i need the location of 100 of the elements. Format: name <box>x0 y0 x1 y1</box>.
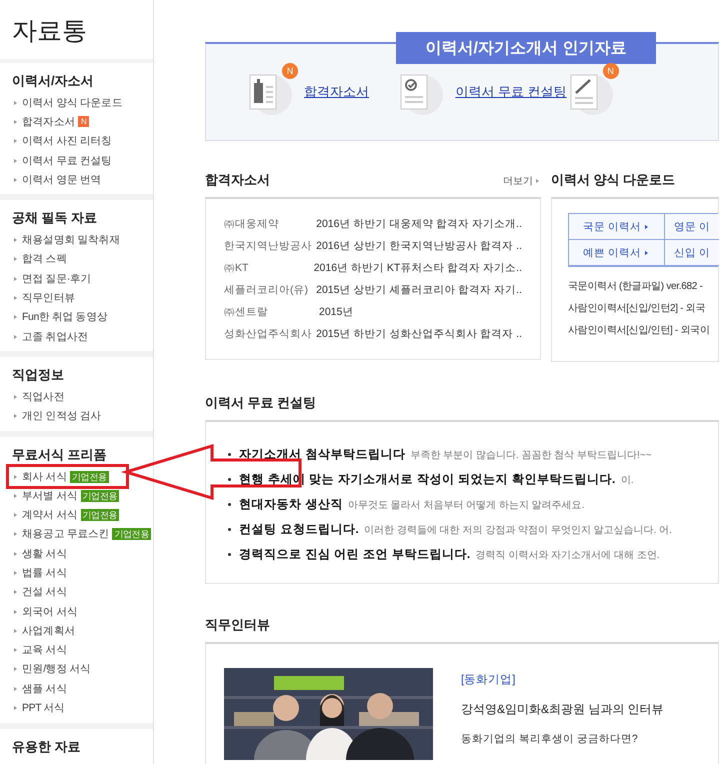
caret-icon <box>14 158 17 163</box>
resume-type-button[interactable]: 영문 이 <box>665 214 719 240</box>
question-title[interactable]: 자기소개서 첨삭부탁드립니다 <box>239 446 406 463</box>
letter-link[interactable]: 2016년 하반기 KT퓨처스타 합격자 자기소.. <box>314 261 522 275</box>
file-link[interactable]: 사람인이력서[신입/인턴] - 외국이 <box>568 319 718 341</box>
resume-type-button[interactable]: 국문 이력서 <box>569 214 665 240</box>
caret-icon <box>14 296 17 300</box>
caret-icon <box>14 494 17 498</box>
bullet-icon <box>228 453 231 456</box>
more-link[interactable]: 더보기 <box>503 174 541 188</box>
question-text: 아무것도 몰라서 처음부터 어떻게 하는지 알려주세요. <box>348 498 585 512</box>
link-label: 건설 서식 <box>22 585 67 600</box>
caret-icon <box>14 667 17 672</box>
sidebar-link[interactable]: 건설 서식 <box>12 582 153 602</box>
link-label: 고졸 취업사전 <box>22 330 88 344</box>
caret-icon <box>536 179 539 183</box>
question-title[interactable]: 컨설팅 요청드립니다. <box>239 521 360 538</box>
section-heading: 무료서식 프리폼 <box>12 446 108 464</box>
question-text: 부족한 부분이 많습니다. 꼼꼼한 첨삭 부탁드립니다!~~ <box>410 448 652 462</box>
caret-icon <box>14 648 17 652</box>
link-label: 이력서 사진 리터칭 <box>22 134 112 148</box>
letter-link[interactable]: 2016년 하반기 대웅제약 합격자 자기소개.. <box>316 217 522 231</box>
new-badge: N <box>78 116 90 128</box>
banner-link[interactable]: 이력서 무료 컨설팅 <box>455 83 567 101</box>
sidebar-link[interactable]: PPT 서식 <box>12 698 153 718</box>
caret-icon <box>14 120 17 124</box>
link-label: 직무인터뷰 <box>22 291 76 306</box>
sidebar-link[interactable]: 교육 서식 <box>12 640 153 660</box>
letter-link[interactable]: 2016년 상반기 한국지역난방공사 합격자 .. <box>316 239 522 253</box>
letter-link[interactable]: 2015년 상반기 셰플러코리아 합격자 자기.. <box>316 283 522 297</box>
question-text: 경력직 이력서와 자기소개서에 대해 조언. <box>476 548 660 562</box>
link-label: 면접 질문·후기 <box>22 272 92 286</box>
link-label: 이력서 양식 다운로드 <box>22 96 122 110</box>
sidebar-link[interactable]: 사업계획서 <box>12 621 153 641</box>
link-label: 채용설명회 밀착취재 <box>22 233 120 248</box>
file-link[interactable]: 국문이력서 (한글파일) ver.682 - <box>568 275 718 297</box>
caret-icon <box>644 250 648 254</box>
caret-icon <box>14 590 17 594</box>
sidebar-link[interactable]: 직무인터뷰 <box>12 288 153 308</box>
link-label: 외국어 서식 <box>22 604 78 619</box>
sidebar-link[interactable]: 계약서 서식 기업전용 <box>12 505 153 525</box>
sidebar-link[interactable]: 채용공고 무료스킨 기업전용 <box>12 524 153 544</box>
sidebar-link[interactable]: 외국어 서식 <box>12 602 153 622</box>
caret-icon <box>14 474 17 478</box>
letter-link[interactable]: 2015년 하반기 성화산업주식회사 합격자 .. <box>316 327 522 341</box>
question-text: 이. <box>620 474 634 486</box>
section-heading: 직업정보 <box>12 366 65 384</box>
company-name: ㈜KT <box>224 261 250 275</box>
tag-label: 기업전용 <box>70 470 109 482</box>
caret-icon <box>14 394 17 399</box>
sidebar-link[interactable]: 생활 서식 <box>12 544 153 564</box>
resume-type-button[interactable]: 신입 이 <box>665 240 719 266</box>
caret-icon <box>14 686 17 691</box>
link-label: 생활 서식 <box>22 546 67 561</box>
sidebar-link[interactable]: 샘플 서식 <box>12 679 153 698</box>
company-link[interactable]: [동화기업] <box>461 672 664 687</box>
link-label: 계약서 서식 <box>22 508 78 522</box>
ribbon-title: 이력서/자기소개서 인기자료 <box>396 32 656 64</box>
section-heading: 이력서/자소서 <box>12 72 95 90</box>
sidebar-link[interactable]: 법률 서식 <box>12 563 153 583</box>
question-text: 이러한 경력들에 대한 저의 강점과 약점이 무엇인지 알고싶습니다. 어. <box>364 524 672 536</box>
page-title: 자료통 <box>11 16 88 47</box>
section-title: 이력서 무료 컨설팅 <box>205 394 316 412</box>
sidebar-link[interactable]: 개인 인적성 검사 <box>12 406 153 426</box>
sidebar-link[interactable]: 회사 서식 기업전용 <box>6 464 129 490</box>
sidebar-link[interactable]: 직업사전 <box>12 387 153 407</box>
sidebar-link[interactable]: 채용설명회 밀착취재 <box>12 230 153 250</box>
panel-title: 이력서 양식 다운로드 <box>551 171 676 189</box>
bullet-icon <box>228 478 231 481</box>
caret-icon <box>14 315 17 320</box>
caret-icon <box>14 570 17 575</box>
sidebar-link[interactable]: Fun한 취업 동영상 <box>12 308 153 327</box>
sidebar-link[interactable]: 고졸 취업사전 <box>12 326 153 346</box>
sidebar-link[interactable]: 이력서 사진 리터칭 <box>12 132 153 151</box>
question-title[interactable]: 경력직으로 진심 어린 조언 부탁드립니다. <box>239 546 471 563</box>
company-name: ㈜대웅제약 <box>224 217 280 231</box>
sidebar-link[interactable]: 이력서 무료 컨설팅 <box>12 150 153 170</box>
sidebar-link[interactable]: 이력서 양식 다운로드 <box>12 93 153 112</box>
sidebar-link[interactable]: 면접 질문·후기 <box>12 269 153 288</box>
question-title[interactable]: 현대자동차 생산직 <box>239 496 343 513</box>
interview-headline[interactable]: 강석영&임미화&최광원 님과의 인터뷰 <box>461 701 664 718</box>
resume-type-button[interactable]: 예쁜 이력서 <box>569 240 665 266</box>
sidebar-link[interactable]: 합격자소서 N <box>12 112 153 132</box>
company-name: ㈜센트랄 <box>224 305 269 319</box>
company-name: 세플러코리아(유) <box>224 283 309 297</box>
link-label: 이력서 영문 번역 <box>22 172 102 187</box>
sidebar-link[interactable]: 민원/행정 서식 <box>12 660 153 680</box>
interview-summary: 동화기업의 복리후생이 궁금하다면? <box>461 732 639 746</box>
caret-icon <box>14 178 17 182</box>
sidebar-link[interactable]: 이력서 영문 번역 <box>12 170 153 190</box>
bullet-icon <box>228 528 231 531</box>
section-heading: 공채 필독 자료 <box>12 209 98 228</box>
caret-icon <box>14 628 17 633</box>
banner-link[interactable]: 합격자소서 <box>304 83 369 101</box>
sidebar-link[interactable]: 합격 스펙 <box>12 250 153 270</box>
tag-label: 기업전용 <box>80 509 120 522</box>
caret-icon <box>14 139 17 144</box>
caret-icon <box>14 100 17 105</box>
letter-link[interactable]: 2015년 <box>319 305 354 319</box>
file-link[interactable]: 사람인이력서[신입/인턴2] - 외국 <box>568 297 718 319</box>
